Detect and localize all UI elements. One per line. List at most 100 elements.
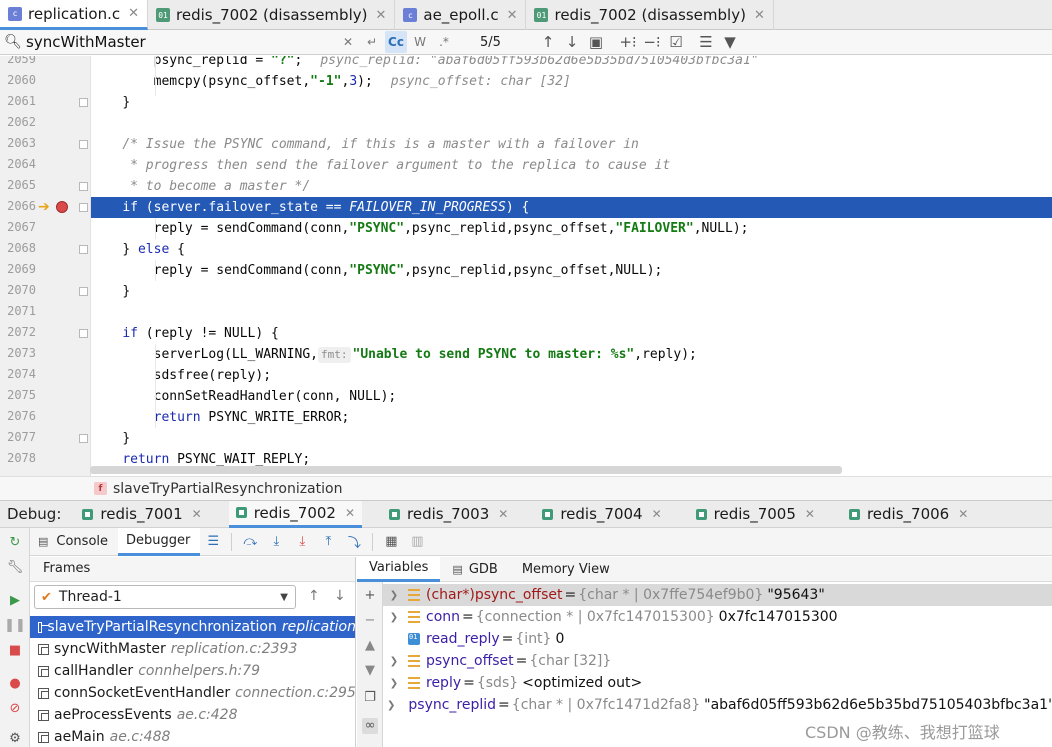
frame-up-icon[interactable]: ↑ xyxy=(308,588,320,604)
pause-icon[interactable]: ❚❚ xyxy=(4,617,26,633)
regex-toggle[interactable]: .* xyxy=(433,31,455,53)
resume-icon[interactable]: ▶ xyxy=(7,592,23,608)
glasses-icon[interactable]: ∞ xyxy=(362,718,378,734)
next-match-icon[interactable]: ↓ xyxy=(560,31,584,53)
close-icon[interactable]: ✕ xyxy=(754,8,765,23)
remove-selection-icon[interactable]: −⁝ xyxy=(640,31,664,53)
tab-debugger[interactable]: Debugger xyxy=(118,527,201,556)
debug-session-tab-active[interactable]: redis_7002 ✕ xyxy=(228,500,363,528)
search-input[interactable] xyxy=(26,31,336,53)
select-all-occurrences-icon[interactable]: ▣ xyxy=(584,31,608,53)
fold-marker[interactable] xyxy=(79,140,88,149)
close-icon[interactable]: ✕ xyxy=(498,507,508,521)
editor-gutter[interactable]: 2059 2060 2061 2062 2063 2064 2065 2066 … xyxy=(0,56,91,476)
variable-row[interactable]: ❯ psync_replid = {char * | 0x7fc1471d2fa… xyxy=(383,694,1052,716)
force-step-into-icon[interactable]: ⤓ xyxy=(289,531,315,553)
settings-wrench-icon[interactable]: 🔧︎ xyxy=(7,559,24,575)
tab-variables[interactable]: Variables xyxy=(357,556,441,582)
expand-icon[interactable]: ❯ xyxy=(387,612,401,623)
code-text: ,psync_replid,psync_offset,NULL); xyxy=(404,263,663,278)
mute-breakpoints-icon[interactable]: ⊘ xyxy=(7,700,23,716)
layout-menu-icon[interactable]: ☰ xyxy=(200,531,226,553)
close-icon[interactable]: ✕ xyxy=(192,507,202,521)
step-over-icon[interactable]: ⤼ xyxy=(237,531,263,553)
fold-marker[interactable] xyxy=(79,287,88,296)
run-to-cursor-icon[interactable]: ⤵ xyxy=(341,531,367,553)
thread-select[interactable]: ✔ Thread-1 ▼ xyxy=(34,585,296,609)
horizontal-scrollbar[interactable] xyxy=(90,466,842,474)
line-number: 2071 xyxy=(7,304,36,318)
fold-marker[interactable] xyxy=(79,434,88,443)
select-all-icon[interactable]: ☑ xyxy=(664,31,688,53)
frame-row[interactable]: slaveTryPartialResynchronization replica… xyxy=(30,616,355,638)
fold-marker[interactable] xyxy=(79,329,88,338)
stop-icon[interactable]: ■ xyxy=(7,642,23,658)
tab-redis-7002-disassembly[interactable]: 01 redis_7002 (disassembly) ✕ xyxy=(148,0,396,30)
frame-row[interactable]: callHandler connhelpers.h:79 xyxy=(30,660,355,682)
breadcrumb-function[interactable]: slaveTryPartialResynchronization xyxy=(113,481,342,497)
tab-ae-epoll-c[interactable]: c ae_epoll.c ✕ xyxy=(395,0,527,30)
search-options-icon[interactable]: ☰ xyxy=(694,31,718,53)
settings-icon[interactable]: ⚙ xyxy=(7,730,23,746)
close-icon[interactable]: ✕ xyxy=(345,506,355,520)
tab-console[interactable]: ▤ Console xyxy=(30,528,118,556)
fold-marker[interactable] xyxy=(79,203,88,212)
tab-replication-c[interactable]: c replication.c ✕ xyxy=(0,0,149,30)
close-icon[interactable]: ✕ xyxy=(128,6,139,21)
code-editor[interactable]: 2059 2060 2061 2062 2063 2064 2065 2066 … xyxy=(0,56,1052,476)
move-up-icon[interactable]: ▲ xyxy=(362,638,378,654)
variable-row[interactable]: ❯ conn = {connection * | 0x7fc147015300}… xyxy=(383,606,1052,628)
variable-row[interactable]: ❯ (char*)psync_offset = {char * | 0x7ffe… xyxy=(383,584,1052,606)
close-icon[interactable]: ✕ xyxy=(652,507,662,521)
expand-icon[interactable]: ❯ xyxy=(387,656,401,667)
rerun-icon[interactable]: ↻ xyxy=(7,534,23,550)
remove-watch-icon[interactable]: − xyxy=(362,613,378,629)
frame-row[interactable]: syncWithMaster replication.c:2393 xyxy=(30,638,355,660)
close-icon[interactable]: ✕ xyxy=(507,8,518,23)
debug-session-tab[interactable]: redis_7006 ✕ xyxy=(842,501,975,528)
frame-row[interactable]: connSocketEventHandler connection.c:295 xyxy=(30,682,355,704)
frame-down-icon[interactable]: ↓ xyxy=(334,588,346,604)
fold-marker[interactable] xyxy=(79,245,88,254)
view-breakpoints-icon[interactable]: ● xyxy=(7,675,23,691)
search-icon[interactable]: 🔍︎ xyxy=(0,34,26,50)
close-icon[interactable]: ✕ xyxy=(805,507,815,521)
trace-icon[interactable]: ▥ xyxy=(404,531,430,553)
debug-session-tab[interactable]: redis_7005 ✕ xyxy=(689,501,822,528)
expand-icon[interactable]: ❯ xyxy=(387,590,401,601)
fold-marker[interactable] xyxy=(79,98,88,107)
debug-session-tab[interactable]: redis_7003 ✕ xyxy=(382,501,515,528)
match-case-toggle[interactable]: Cc xyxy=(385,31,407,53)
add-watch-icon[interactable]: + xyxy=(362,588,378,604)
variable-row[interactable]: ❯ psync_offset = {char [32]} xyxy=(383,650,1052,672)
expand-icon[interactable]: ❯ xyxy=(387,700,395,711)
evaluate-expression-icon[interactable]: ▦ xyxy=(378,531,404,553)
code-text: PSYNC_WAIT_REPLY; xyxy=(169,452,311,467)
tab-gdb[interactable]: ▤ GDB xyxy=(440,557,509,582)
tab-memory-view[interactable]: Memory View xyxy=(510,557,622,582)
close-icon[interactable]: ✕ xyxy=(958,507,968,521)
indent-guide xyxy=(155,218,156,239)
history-icon[interactable]: ↵ xyxy=(361,31,383,53)
whole-words-toggle[interactable]: W xyxy=(409,31,431,53)
close-icon[interactable]: ✕ xyxy=(375,8,386,23)
previous-match-icon[interactable]: ↑ xyxy=(536,31,560,53)
fold-marker[interactable] xyxy=(79,182,88,191)
breakpoint-icon[interactable] xyxy=(56,201,68,213)
frame-row[interactable]: aeProcessEvents ae.c:428 xyxy=(30,704,355,726)
copy-icon[interactable]: ❐ xyxy=(362,690,378,706)
tab-redis-7002-disassembly-2[interactable]: 01 redis_7002 (disassembly) ✕ xyxy=(526,0,774,30)
variable-row[interactable]: read_reply = {int} 0 xyxy=(383,628,1052,650)
expand-icon[interactable]: ❯ xyxy=(387,678,401,689)
variable-value: <optimized out> xyxy=(522,675,643,691)
step-into-icon[interactable]: ⤓ xyxy=(263,531,289,553)
move-down-icon[interactable]: ▼ xyxy=(362,663,378,679)
frame-row[interactable]: aeMain ae.c:488 xyxy=(30,726,355,747)
debug-session-tab[interactable]: redis_7001 ✕ xyxy=(75,501,208,528)
filter-icon[interactable]: ▼ xyxy=(718,31,742,53)
clear-search-icon[interactable]: ✕ xyxy=(337,31,359,53)
variable-row[interactable]: ❯ reply = {sds} <optimized out> xyxy=(383,672,1052,694)
debug-session-tab[interactable]: redis_7004 ✕ xyxy=(535,501,668,528)
step-out-icon[interactable]: ⤒ xyxy=(315,531,341,553)
add-selection-icon[interactable]: +⁝ xyxy=(616,31,640,53)
